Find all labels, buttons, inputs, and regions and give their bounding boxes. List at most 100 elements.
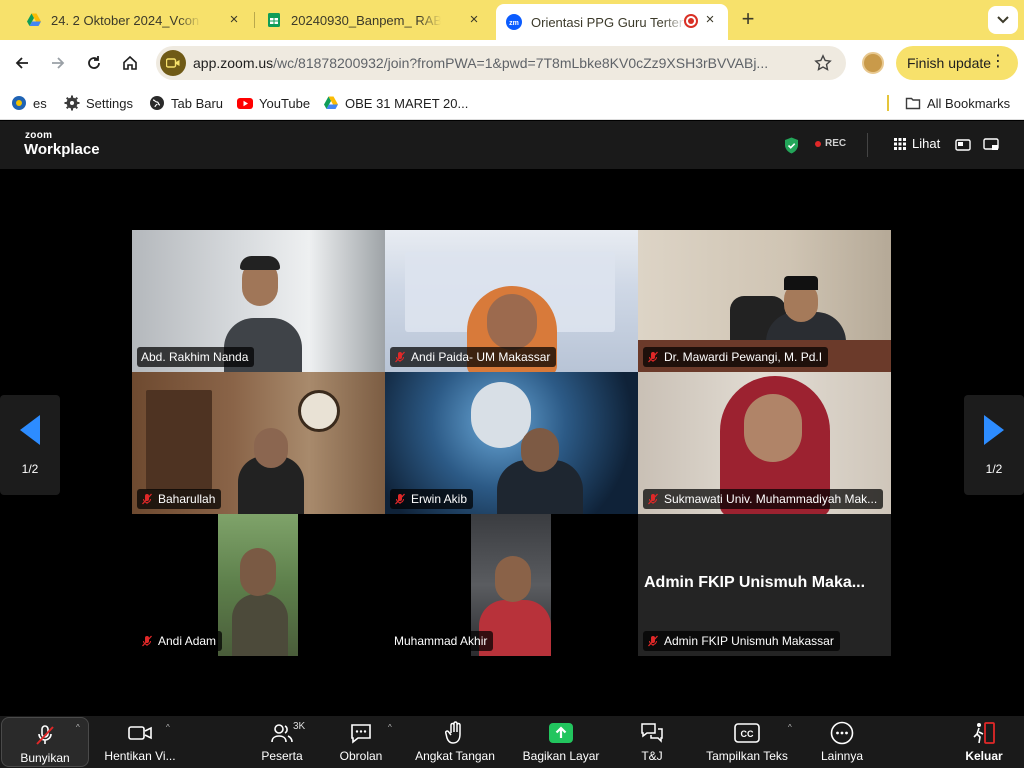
star-icon bbox=[814, 54, 832, 71]
participant-name: Abd. Rakhim Nanda bbox=[141, 350, 249, 364]
zoom-icon: zm bbox=[506, 14, 522, 30]
bookmark-settings[interactable]: Settings bbox=[64, 94, 133, 112]
tab-banpem-rab[interactable]: 20240930_Banpem_ RAB PPG × bbox=[256, 4, 492, 36]
participant-head bbox=[254, 428, 288, 468]
google-sheets-icon bbox=[266, 12, 282, 28]
edu-icon bbox=[11, 95, 27, 111]
profile-avatar[interactable] bbox=[862, 52, 884, 74]
participant-name-tag: Admin FKIP Unismuh Makassar bbox=[643, 631, 840, 651]
video-tile[interactable]: Erwin Akib bbox=[385, 372, 638, 514]
recording-indicator[interactable]: REC bbox=[815, 138, 846, 149]
chevron-up-icon[interactable]: ^ bbox=[166, 723, 170, 732]
video-tile[interactable]: Abd. Rakhim Nanda bbox=[132, 230, 385, 372]
back-button[interactable] bbox=[10, 51, 34, 75]
bookmark-label: Tab Baru bbox=[171, 95, 224, 111]
bookshelf bbox=[146, 390, 212, 490]
all-bookmarks-button[interactable]: All Bookmarks bbox=[905, 94, 1010, 112]
video-tile[interactable]: Muhammad Akhir bbox=[385, 514, 638, 656]
encryption-shield-icon[interactable] bbox=[784, 137, 799, 154]
share-screen-label: Bagikan Layar bbox=[522, 749, 600, 763]
video-label: Hentikan Vi... bbox=[104, 749, 176, 763]
bookmark-obe[interactable]: OBE 31 MARET 20... bbox=[323, 94, 468, 112]
finish-update-button[interactable]: Finish update ⋮ bbox=[896, 46, 1018, 80]
chat-button[interactable]: Obrolan bbox=[336, 716, 386, 768]
participant-head bbox=[521, 428, 559, 472]
leave-door-icon bbox=[971, 721, 997, 745]
next-page-button[interactable]: 1/2 bbox=[964, 395, 1024, 495]
forward-button[interactable] bbox=[46, 51, 70, 75]
muted-mic-icon bbox=[142, 635, 152, 647]
muted-mic-icon bbox=[648, 635, 658, 647]
video-tile[interactable]: Baharullah bbox=[132, 372, 385, 514]
more-label: Lainnya bbox=[820, 749, 864, 763]
reload-button[interactable] bbox=[82, 51, 106, 75]
bookmark-tab-baru[interactable]: Tab Baru bbox=[149, 94, 223, 112]
close-tab-icon[interactable]: × bbox=[466, 12, 482, 28]
raise-hand-button[interactable]: Angkat Tangan bbox=[411, 716, 499, 768]
participant-name-tag: Andi Adam bbox=[137, 631, 223, 651]
chevron-up-icon[interactable]: ^ bbox=[388, 723, 392, 732]
google-drive-icon bbox=[323, 95, 339, 111]
zoom-toolbar: Bunyikan ^ Hentikan Vi... ^ Peserta 3K O… bbox=[0, 716, 1024, 768]
more-button[interactable]: Lainnya bbox=[814, 716, 870, 768]
page-indicator: 1/2 bbox=[985, 462, 1003, 476]
chevron-up-icon[interactable]: ^ bbox=[788, 723, 792, 732]
video-tile[interactable]: Admin FKIP Unismuh Maka... Admin FKIP Un… bbox=[638, 514, 891, 656]
tab-separator bbox=[254, 12, 255, 28]
participant-head bbox=[744, 394, 802, 462]
previous-page-button[interactable]: 1/2 bbox=[0, 395, 60, 495]
chat-bubble-icon bbox=[348, 721, 374, 745]
participants-count-badge: 3K bbox=[293, 721, 306, 732]
video-tile[interactable]: Sukmawati Univ. Muhammadiyah Mak... bbox=[638, 372, 891, 514]
zoom-header: zoom Workplace REC Lihat bbox=[0, 121, 1024, 169]
url-host: app.zoom.us bbox=[193, 55, 274, 71]
tab-orientasi-ppg[interactable]: zm Orientasi PPG Guru Tertentu × bbox=[496, 4, 728, 40]
qa-label: T&J bbox=[641, 749, 663, 763]
share-screen-button[interactable]: Bagikan Layar bbox=[519, 716, 603, 768]
participant-name: Dr. Mawardi Pewangi, M. Pd.I bbox=[664, 350, 823, 364]
url-text[interactable]: app.zoom.us/wc/81878200932/join?fromPWA=… bbox=[193, 55, 803, 71]
bookmark-youtube[interactable]: YouTube bbox=[237, 94, 310, 112]
participant-head bbox=[240, 548, 276, 596]
muted-mic-icon bbox=[648, 493, 658, 505]
svg-text:CC: CC bbox=[741, 729, 754, 739]
minimize-window-icon[interactable] bbox=[983, 137, 999, 153]
leave-button[interactable]: Keluar bbox=[960, 716, 1008, 768]
bookmark-label: Settings bbox=[86, 95, 133, 111]
closed-captions-icon: CC bbox=[734, 721, 760, 745]
bookmark-label: es bbox=[33, 95, 47, 111]
arrow-left-icon bbox=[15, 57, 28, 69]
close-tab-icon[interactable]: × bbox=[226, 12, 242, 28]
tab-title: 24. 2 Oktober 2024_Vcon RAB bbox=[51, 12, 201, 28]
close-tab-icon[interactable]: × bbox=[702, 12, 718, 28]
site-info-button[interactable] bbox=[160, 50, 186, 76]
more-vertical-icon[interactable]: ⋮ bbox=[990, 54, 1006, 70]
bookmark-star-button[interactable] bbox=[814, 54, 832, 72]
video-tile[interactable]: Andi Paida- UM Makassar bbox=[385, 230, 638, 372]
show-captions-button[interactable]: CC Tampilkan Teks bbox=[700, 716, 794, 768]
participant-name: Erwin Akib bbox=[411, 492, 468, 506]
recording-tab-icon bbox=[684, 14, 698, 28]
chat-label: Obrolan bbox=[339, 749, 383, 763]
qa-button[interactable]: T&J bbox=[632, 716, 672, 768]
view-button[interactable]: Lihat bbox=[894, 136, 940, 151]
page-indicator: 1/2 bbox=[21, 462, 39, 476]
bookmark-es[interactable]: es bbox=[11, 94, 47, 112]
tab-search-button[interactable] bbox=[988, 6, 1018, 34]
chevron-up-icon[interactable]: ^ bbox=[76, 723, 80, 732]
video-camera-icon bbox=[127, 721, 153, 745]
address-bar[interactable]: app.zoom.us/wc/81878200932/join?fromPWA=… bbox=[156, 46, 846, 80]
video-tile[interactable]: Andi Adam bbox=[132, 514, 385, 656]
picture-in-picture-icon[interactable] bbox=[955, 137, 971, 153]
finish-update-label: Finish update bbox=[907, 55, 992, 71]
participant-name: Baharullah bbox=[158, 492, 216, 506]
muted-mic-icon bbox=[395, 351, 405, 363]
home-button[interactable] bbox=[118, 51, 142, 75]
video-tile[interactable]: Dr. Mawardi Pewangi, M. Pd.I bbox=[638, 230, 891, 372]
tab-vcon-rab[interactable]: 24. 2 Oktober 2024_Vcon RAB × bbox=[16, 4, 252, 36]
youtube-icon bbox=[237, 95, 253, 111]
muted-mic-icon bbox=[395, 493, 405, 505]
folder-icon bbox=[905, 95, 921, 111]
participant-name: Sukmawati Univ. Muhammadiyah Mak... bbox=[664, 492, 878, 506]
new-tab-button[interactable]: + bbox=[736, 8, 760, 32]
